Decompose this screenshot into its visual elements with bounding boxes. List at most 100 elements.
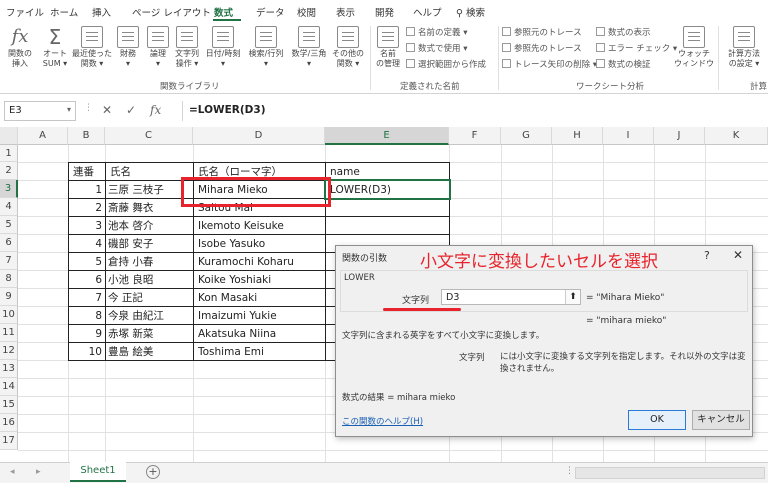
row-header[interactable]: 14 xyxy=(0,378,18,396)
select-all-corner[interactable] xyxy=(0,127,18,145)
close-icon[interactable]: ✕ xyxy=(733,248,743,262)
row-header[interactable]: 5 xyxy=(0,216,18,234)
row-header[interactable]: 12 xyxy=(0,342,18,360)
tab-help[interactable]: ヘルプ xyxy=(413,5,442,19)
cell-romaji[interactable]: Kon Masaki xyxy=(195,289,325,307)
cell-no[interactable]: 9 xyxy=(70,325,105,343)
error-checking-button[interactable]: エラー チェック ▾ xyxy=(596,43,677,55)
row-header[interactable]: 8 xyxy=(0,270,18,288)
tab-formulas[interactable]: 数式 xyxy=(214,5,233,19)
row-header[interactable]: 4 xyxy=(0,198,18,216)
column-header[interactable]: E xyxy=(325,127,449,145)
tab-data[interactable]: データ xyxy=(256,5,285,19)
header-cell-no[interactable]: 連番 xyxy=(70,163,105,181)
cell-name[interactable]: 倉持 小春 xyxy=(105,253,193,271)
tab-home[interactable]: ホーム xyxy=(50,5,78,19)
financial-button[interactable]: 財務 ▾ xyxy=(114,26,142,69)
cell-romaji[interactable]: Isobe Yasuko xyxy=(195,235,325,253)
column-header[interactable]: A xyxy=(18,127,68,145)
cell-no[interactable]: 1 xyxy=(70,181,105,199)
chevron-right-icon[interactable]: ▸ xyxy=(36,467,41,477)
column-header[interactable]: H xyxy=(552,127,603,145)
cell-romaji[interactable]: Ikemoto Keisuke xyxy=(195,217,325,235)
logical-button[interactable]: 論理 ▾ xyxy=(144,26,172,69)
cell-name[interactable]: 小池 良昭 xyxy=(105,271,193,289)
cell-name[interactable]: 赤塚 新菜 xyxy=(105,325,193,343)
argument-input[interactable]: D3 xyxy=(441,289,581,305)
recently-used-button[interactable]: 最近使った 関数 ▾ xyxy=(72,26,112,69)
row-header[interactable]: 16 xyxy=(0,414,18,432)
cell-romaji[interactable]: Koike Yoshiaki xyxy=(195,271,325,289)
cell-romaji[interactable]: Kuramochi Koharu xyxy=(195,253,325,271)
trace-dependents-button[interactable]: 参照先のトレース xyxy=(502,43,582,55)
watch-window-button[interactable]: ウォッチ ウィンドウ xyxy=(674,26,714,69)
remove-arrows-button[interactable]: トレース矢印の削除 ▾ xyxy=(502,59,597,71)
tab-view[interactable]: 表示 xyxy=(336,5,355,19)
evaluate-formula-button[interactable]: 数式の検証 xyxy=(596,59,651,71)
cell-name[interactable]: 三原 三枝子 xyxy=(105,181,193,199)
active-cell-e3[interactable] xyxy=(324,179,451,200)
help-link[interactable]: この関数のヘルプ(H) xyxy=(342,415,423,427)
row-header[interactable]: 11 xyxy=(0,324,18,342)
cell-no[interactable]: 6 xyxy=(70,271,105,289)
cell-no[interactable]: 10 xyxy=(70,343,105,361)
cell-name[interactable]: 今 正記 xyxy=(105,289,193,307)
cell-name[interactable]: 磯部 安子 xyxy=(105,235,193,253)
column-header[interactable]: C xyxy=(105,127,193,145)
datetime-button[interactable]: 日付/時刻 ▾ xyxy=(203,26,243,69)
enter-icon[interactable]: ✓ xyxy=(126,103,136,117)
cell-name[interactable]: 池本 啓介 xyxy=(105,217,193,235)
cell-no[interactable]: 4 xyxy=(70,235,105,253)
formula-input[interactable]: =LOWER(D3) xyxy=(182,101,766,121)
cell-no[interactable]: 8 xyxy=(70,307,105,325)
row-header[interactable]: 15 xyxy=(0,396,18,414)
name-manager-button[interactable]: 名前 の管理 xyxy=(372,26,404,69)
cell-no[interactable]: 2 xyxy=(70,199,105,217)
column-header[interactable]: F xyxy=(449,127,501,145)
cell-romaji[interactable]: Toshima Emi xyxy=(195,343,325,361)
add-sheet-icon[interactable]: + xyxy=(146,465,160,479)
row-header[interactable]: 13 xyxy=(0,360,18,378)
fx-icon[interactable]: fx xyxy=(150,103,161,117)
cancel-icon[interactable]: ✕ xyxy=(102,103,112,117)
calc-options-button[interactable]: 計算方法 の設定 ▾ xyxy=(722,26,766,69)
column-header[interactable]: B xyxy=(68,127,105,145)
cell-romaji[interactable]: Akatsuka Niina xyxy=(195,325,325,343)
more-functions-button[interactable]: その他の 関数 ▾ xyxy=(330,26,366,69)
tab-developer[interactable]: 開発 xyxy=(375,5,394,19)
row-header[interactable]: 9 xyxy=(0,288,18,306)
column-header[interactable]: J xyxy=(654,127,705,145)
math-button[interactable]: 数学/三角 ▾ xyxy=(288,26,330,69)
row-header[interactable]: 3 xyxy=(0,180,18,198)
row-header[interactable]: 17 xyxy=(0,432,18,450)
cancel-button[interactable]: キャンセル xyxy=(692,410,750,430)
tab-insert[interactable]: 挿入 xyxy=(92,5,111,19)
define-name-button[interactable]: 名前の定義 ▾ xyxy=(406,27,467,39)
help-button[interactable]: ? xyxy=(704,249,710,262)
row-header[interactable]: 1 xyxy=(0,145,18,162)
lookup-button[interactable]: 検索/行列 ▾ xyxy=(245,26,287,69)
row-header[interactable]: 6 xyxy=(0,234,18,252)
cell-romaji[interactable]: Imaizumi Yukie xyxy=(195,307,325,325)
horizontal-scrollbar[interactable] xyxy=(575,467,765,479)
autosum-button[interactable]: Σ オート SUM ▾ xyxy=(40,26,70,69)
text-button[interactable]: 文字列 操作 ▾ xyxy=(172,26,202,69)
collapse-dialog-icon[interactable]: ⬆ xyxy=(565,290,580,304)
cell-name[interactable]: 豊島 絵美 xyxy=(105,343,193,361)
cell-name[interactable]: 斎藤 舞衣 xyxy=(105,199,193,217)
row-header[interactable]: 7 xyxy=(0,252,18,270)
show-formulas-button[interactable]: 数式の表示 xyxy=(596,27,651,39)
cell-name[interactable]: 今泉 由紀江 xyxy=(105,307,193,325)
column-header[interactable]: G xyxy=(501,127,552,145)
chevron-down-icon[interactable]: ▾ xyxy=(67,105,71,114)
chevron-left-icon[interactable]: ◂ xyxy=(10,467,15,477)
insert-function-button[interactable]: fx 関数の 挿入 xyxy=(4,26,36,69)
trace-precedents-button[interactable]: 参照元のトレース xyxy=(502,27,582,39)
create-from-selection-button[interactable]: 選択範囲から作成 xyxy=(406,59,486,71)
column-header[interactable]: K xyxy=(705,127,768,145)
cell-no[interactable]: 3 xyxy=(70,217,105,235)
cell-no[interactable]: 5 xyxy=(70,253,105,271)
use-in-formula-button[interactable]: 数式で使用 ▾ xyxy=(406,43,467,55)
tab-search[interactable]: ⚲ 検索 xyxy=(456,5,485,19)
column-header[interactable]: I xyxy=(603,127,654,145)
